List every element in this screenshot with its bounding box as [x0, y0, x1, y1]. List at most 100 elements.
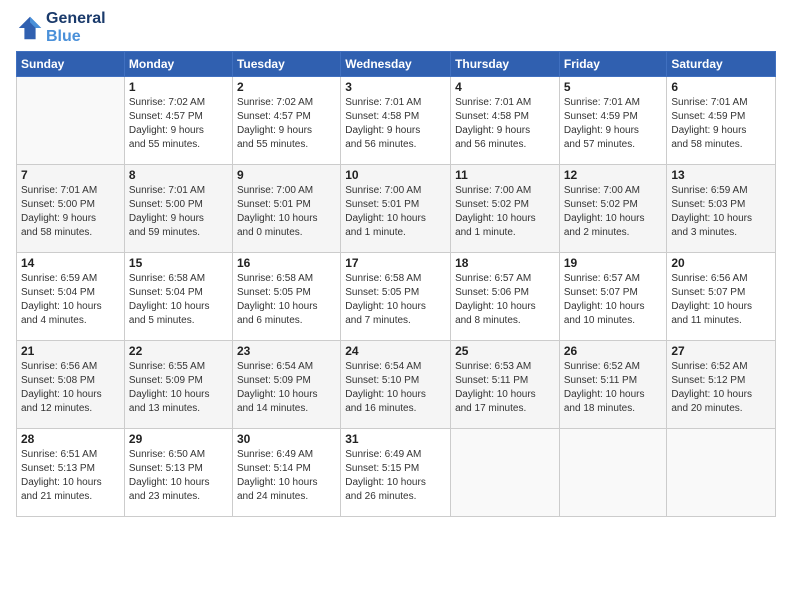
day-number: 18: [455, 256, 555, 270]
day-number: 3: [345, 80, 446, 94]
day-number: 31: [345, 432, 446, 446]
calendar-cell: 6 Sunrise: 7:01 AM Sunset: 4:59 PM Daylig…: [667, 77, 776, 165]
day-info: Sunrise: 7:02 AM Sunset: 4:57 PM Dayligh…: [129, 96, 228, 152]
day-number: 15: [129, 256, 228, 270]
calendar-cell: 10 Sunrise: 7:00 AM Sunset: 5:01 PM Dayli…: [341, 165, 451, 253]
logo: General Blue: [16, 10, 106, 45]
calendar-cell: 9 Sunrise: 7:00 AM Sunset: 5:01 PM Daylig…: [232, 165, 340, 253]
day-info: Sunrise: 6:59 AM Sunset: 5:03 PM Dayligh…: [671, 184, 771, 240]
day-number: 16: [237, 256, 336, 270]
day-info: Sunrise: 7:02 AM Sunset: 4:57 PM Dayligh…: [237, 96, 336, 152]
calendar-cell: 22 Sunrise: 6:55 AM Sunset: 5:09 PM Dayli…: [124, 341, 232, 429]
day-number: 9: [237, 168, 336, 182]
weekday-header: Tuesday: [232, 52, 340, 77]
day-number: 25: [455, 344, 555, 358]
calendar-cell: 21Sunrise: 6:56 AM Sunset: 5:08 PM Dayli…: [17, 341, 125, 429]
calendar-cell: 1 Sunrise: 7:02 AM Sunset: 4:57 PM Daylig…: [124, 77, 232, 165]
calendar-cell: 7Sunrise: 7:01 AM Sunset: 5:00 PM Daylig…: [17, 165, 125, 253]
calendar-week-row: 14Sunrise: 6:59 AM Sunset: 5:04 PM Dayli…: [17, 253, 776, 341]
calendar-body: 1 Sunrise: 7:02 AM Sunset: 4:57 PM Daylig…: [17, 77, 776, 517]
day-info: Sunrise: 7:01 AM Sunset: 4:59 PM Dayligh…: [671, 96, 771, 152]
calendar-cell: 15 Sunrise: 6:58 AM Sunset: 5:04 PM Dayli…: [124, 253, 232, 341]
calendar-cell: 26Sunrise: 6:52 AM Sunset: 5:11 PM Dayli…: [559, 341, 667, 429]
day-number: 11: [455, 168, 555, 182]
calendar-cell: 2 Sunrise: 7:02 AM Sunset: 4:57 PM Daylig…: [232, 77, 340, 165]
day-number: 19: [564, 256, 663, 270]
calendar-cell: 14Sunrise: 6:59 AM Sunset: 5:04 PM Dayli…: [17, 253, 125, 341]
day-number: 2: [237, 80, 336, 94]
day-info: Sunrise: 6:55 AM Sunset: 5:09 PM Dayligh…: [129, 360, 228, 416]
day-info: Sunrise: 6:51 AM Sunset: 5:13 PM Dayligh…: [21, 448, 120, 504]
day-number: 10: [345, 168, 446, 182]
weekday-header: Sunday: [17, 52, 125, 77]
day-number: 8: [129, 168, 228, 182]
day-number: 7: [21, 168, 120, 182]
calendar-cell: 23Sunrise: 6:54 AM Sunset: 5:09 PM Dayli…: [232, 341, 340, 429]
day-info: Sunrise: 6:58 AM Sunset: 5:04 PM Dayligh…: [129, 272, 228, 328]
day-info: Sunrise: 6:56 AM Sunset: 5:07 PM Dayligh…: [671, 272, 771, 328]
day-info: Sunrise: 6:52 AM Sunset: 5:11 PM Dayligh…: [564, 360, 663, 416]
logo-text: General Blue: [46, 10, 106, 45]
day-info: Sunrise: 6:50 AM Sunset: 5:13 PM Dayligh…: [129, 448, 228, 504]
calendar-cell: 29 Sunrise: 6:50 AM Sunset: 5:13 PM Dayli…: [124, 429, 232, 517]
day-info: Sunrise: 7:00 AM Sunset: 5:02 PM Dayligh…: [564, 184, 663, 240]
day-info: Sunrise: 6:54 AM Sunset: 5:10 PM Dayligh…: [345, 360, 446, 416]
calendar-week-row: 7 Sunrise: 7:01 AM Sunset: 5:00 PM Daylig…: [17, 165, 776, 253]
day-info: Sunrise: 7:00 AM Sunset: 5:01 PM Dayligh…: [345, 184, 446, 240]
calendar-week-row: 1 Sunrise: 7:02 AM Sunset: 4:57 PM Daylig…: [17, 77, 776, 165]
day-number: 30: [237, 432, 336, 446]
weekday-header: Wednesday: [341, 52, 451, 77]
calendar-cell: 25 Sunrise: 6:53 AM Sunset: 5:11 PM Dayli…: [451, 341, 560, 429]
day-number: 20: [671, 256, 771, 270]
day-info: Sunrise: 7:00 AM Sunset: 5:01 PM Dayligh…: [237, 184, 336, 240]
calendar-cell: [17, 77, 125, 165]
day-info: Sunrise: 6:57 AM Sunset: 5:06 PM Dayligh…: [455, 272, 555, 328]
day-number: 13: [671, 168, 771, 182]
calendar-cell: 31 Sunrise: 6:49 AM Sunset: 5:15 PM Dayli…: [341, 429, 451, 517]
day-info: Sunrise: 6:53 AM Sunset: 5:11 PM Dayligh…: [455, 360, 555, 416]
calendar-week-row: 21Sunrise: 6:56 AM Sunset: 5:08 PM Dayli…: [17, 341, 776, 429]
weekday-header: Friday: [559, 52, 667, 77]
calendar-cell: 8 Sunrise: 7:01 AM Sunset: 5:00 PM Daylig…: [124, 165, 232, 253]
calendar-cell: 30 Sunrise: 6:49 AM Sunset: 5:14 PM Dayli…: [232, 429, 340, 517]
day-number: 6: [671, 80, 771, 94]
header: General Blue: [16, 10, 776, 45]
day-info: Sunrise: 7:01 AM Sunset: 4:58 PM Dayligh…: [455, 96, 555, 152]
day-info: Sunrise: 7:01 AM Sunset: 4:58 PM Dayligh…: [345, 96, 446, 152]
calendar-table: SundayMondayTuesdayWednesdayThursdayFrid…: [16, 51, 776, 517]
day-number: 17: [345, 256, 446, 270]
day-info: Sunrise: 6:58 AM Sunset: 5:05 PM Dayligh…: [237, 272, 336, 328]
calendar-cell: 3 Sunrise: 7:01 AM Sunset: 4:58 PM Daylig…: [341, 77, 451, 165]
calendar-week-row: 28 Sunrise: 6:51 AM Sunset: 5:13 PM Dayli…: [17, 429, 776, 517]
day-info: Sunrise: 6:59 AM Sunset: 5:04 PM Dayligh…: [21, 272, 120, 328]
day-number: 1: [129, 80, 228, 94]
logo-icon: [16, 14, 44, 42]
calendar-cell: [559, 429, 667, 517]
day-number: 28: [21, 432, 120, 446]
day-number: 27: [671, 344, 771, 358]
weekday-header: Thursday: [451, 52, 560, 77]
calendar-header: SundayMondayTuesdayWednesdayThursdayFrid…: [17, 52, 776, 77]
calendar-cell: 17 Sunrise: 6:58 AM Sunset: 5:05 PM Dayli…: [341, 253, 451, 341]
calendar-cell: 20 Sunrise: 6:56 AM Sunset: 5:07 PM Dayli…: [667, 253, 776, 341]
calendar-cell: [667, 429, 776, 517]
calendar-cell: 19Sunrise: 6:57 AM Sunset: 5:07 PM Dayli…: [559, 253, 667, 341]
day-number: 22: [129, 344, 228, 358]
calendar-cell: [451, 429, 560, 517]
day-info: Sunrise: 6:58 AM Sunset: 5:05 PM Dayligh…: [345, 272, 446, 328]
day-info: Sunrise: 7:00 AM Sunset: 5:02 PM Dayligh…: [455, 184, 555, 240]
day-info: Sunrise: 7:01 AM Sunset: 5:00 PM Dayligh…: [129, 184, 228, 240]
weekday-header: Saturday: [667, 52, 776, 77]
day-number: 4: [455, 80, 555, 94]
day-info: Sunrise: 6:54 AM Sunset: 5:09 PM Dayligh…: [237, 360, 336, 416]
calendar-cell: 27Sunrise: 6:52 AM Sunset: 5:12 PM Dayli…: [667, 341, 776, 429]
day-info: Sunrise: 6:56 AM Sunset: 5:08 PM Dayligh…: [21, 360, 120, 416]
calendar-cell: 24 Sunrise: 6:54 AM Sunset: 5:10 PM Dayli…: [341, 341, 451, 429]
day-number: 29: [129, 432, 228, 446]
day-info: Sunrise: 6:49 AM Sunset: 5:14 PM Dayligh…: [237, 448, 336, 504]
calendar-cell: 28 Sunrise: 6:51 AM Sunset: 5:13 PM Dayli…: [17, 429, 125, 517]
weekday-row: SundayMondayTuesdayWednesdayThursdayFrid…: [17, 52, 776, 77]
day-number: 24: [345, 344, 446, 358]
calendar-cell: 11 Sunrise: 7:00 AM Sunset: 5:02 PM Dayli…: [451, 165, 560, 253]
day-info: Sunrise: 6:49 AM Sunset: 5:15 PM Dayligh…: [345, 448, 446, 504]
